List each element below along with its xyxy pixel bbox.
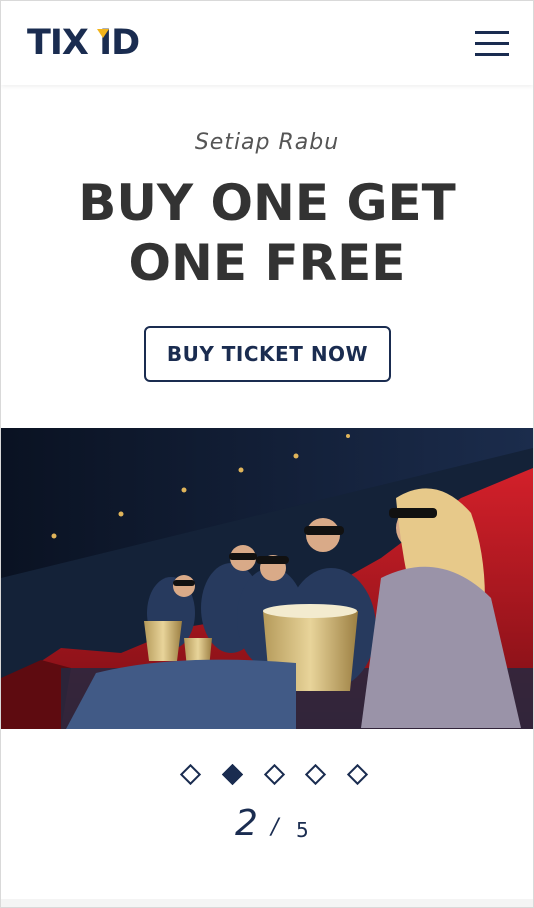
carousel-dot-2-active[interactable] <box>221 763 244 786</box>
bottom-edge <box>1 899 533 907</box>
promo-tagline: Setiap Rabu <box>194 130 340 155</box>
menu-line <box>475 42 509 45</box>
slide-counter: 2 / 5 <box>1 801 533 849</box>
total-slide-number: 5 <box>296 818 309 842</box>
tix-id-logo[interactable]: TIX ID <box>27 23 140 63</box>
logo-text: TIX ID <box>27 23 140 63</box>
carousel-dot-3[interactable] <box>263 763 286 786</box>
buy-ticket-button[interactable]: BUY TICKET NOW <box>144 326 391 382</box>
hamburger-menu-icon[interactable] <box>475 31 511 57</box>
cinema-audience-photo <box>1 428 533 729</box>
site-header: TIX ID <box>1 1 533 85</box>
logo-accent-mark <box>97 29 109 38</box>
carousel-dot-4[interactable] <box>304 763 327 786</box>
promo-headline: BUY ONE GET ONE FREE <box>78 174 456 292</box>
slide-separator: / <box>271 815 279 840</box>
page-frame: TIX ID Setiap Rabu BUY ONE GET ONE FREE … <box>0 0 534 908</box>
carousel-indicators <box>1 763 533 791</box>
carousel-dot-5[interactable] <box>346 763 369 786</box>
carousel-dot-1[interactable] <box>179 763 202 786</box>
menu-line <box>475 31 509 34</box>
current-slide-number: 2 <box>235 803 258 844</box>
menu-line <box>475 53 509 56</box>
